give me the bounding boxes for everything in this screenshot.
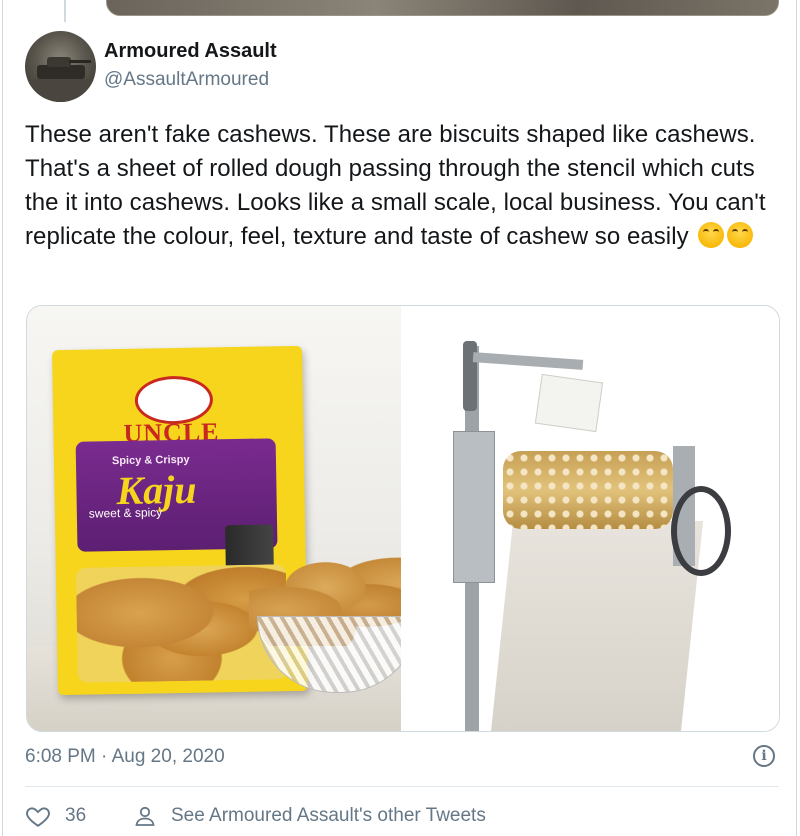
cutting-machine-photo[interactable] xyxy=(403,306,779,731)
like-button[interactable]: 36 xyxy=(25,803,86,829)
tweet-media[interactable]: UNCLE Spicy & Crispy Kaju sweet & spicy xyxy=(26,305,780,732)
avatar[interactable] xyxy=(25,31,96,102)
tweet-body: These aren't fake cashews. These are bis… xyxy=(25,121,766,250)
previous-tweet-media[interactable] xyxy=(106,0,779,16)
other-tweets-link[interactable]: See Armoured Assault's other Tweets xyxy=(133,803,486,829)
other-tweets-label: See Armoured Assault's other Tweets xyxy=(171,805,486,826)
cashew-biscuit-pack-photo[interactable]: UNCLE Spicy & Crispy Kaju sweet & spicy xyxy=(27,306,401,731)
tweet-card: Armoured Assault @AssaultArmoured These … xyxy=(2,0,797,836)
glass-bowl xyxy=(249,556,401,693)
tweet-timestamp[interactable]: 6:08 PM · Aug 20, 2020 xyxy=(25,746,225,768)
like-count: 36 xyxy=(65,805,87,826)
author-name[interactable]: Armoured Assault xyxy=(104,40,277,63)
person-icon xyxy=(135,806,155,826)
tears-of-joy-icon xyxy=(727,222,754,248)
author-handle[interactable]: @AssaultArmoured xyxy=(104,69,269,91)
tweet-actions: 36 See Armoured Assault's other Tweets xyxy=(25,803,785,831)
pack-flavour: sweet & spicy xyxy=(88,505,163,521)
stencil-roller xyxy=(503,451,673,529)
divider xyxy=(25,786,779,787)
info-icon[interactable]: i xyxy=(753,745,775,767)
heart-icon xyxy=(26,807,50,827)
tweet-text: These aren't fake cashews. These are bis… xyxy=(25,118,785,254)
thread-line xyxy=(64,0,66,22)
tears-of-joy-icon xyxy=(698,222,725,248)
